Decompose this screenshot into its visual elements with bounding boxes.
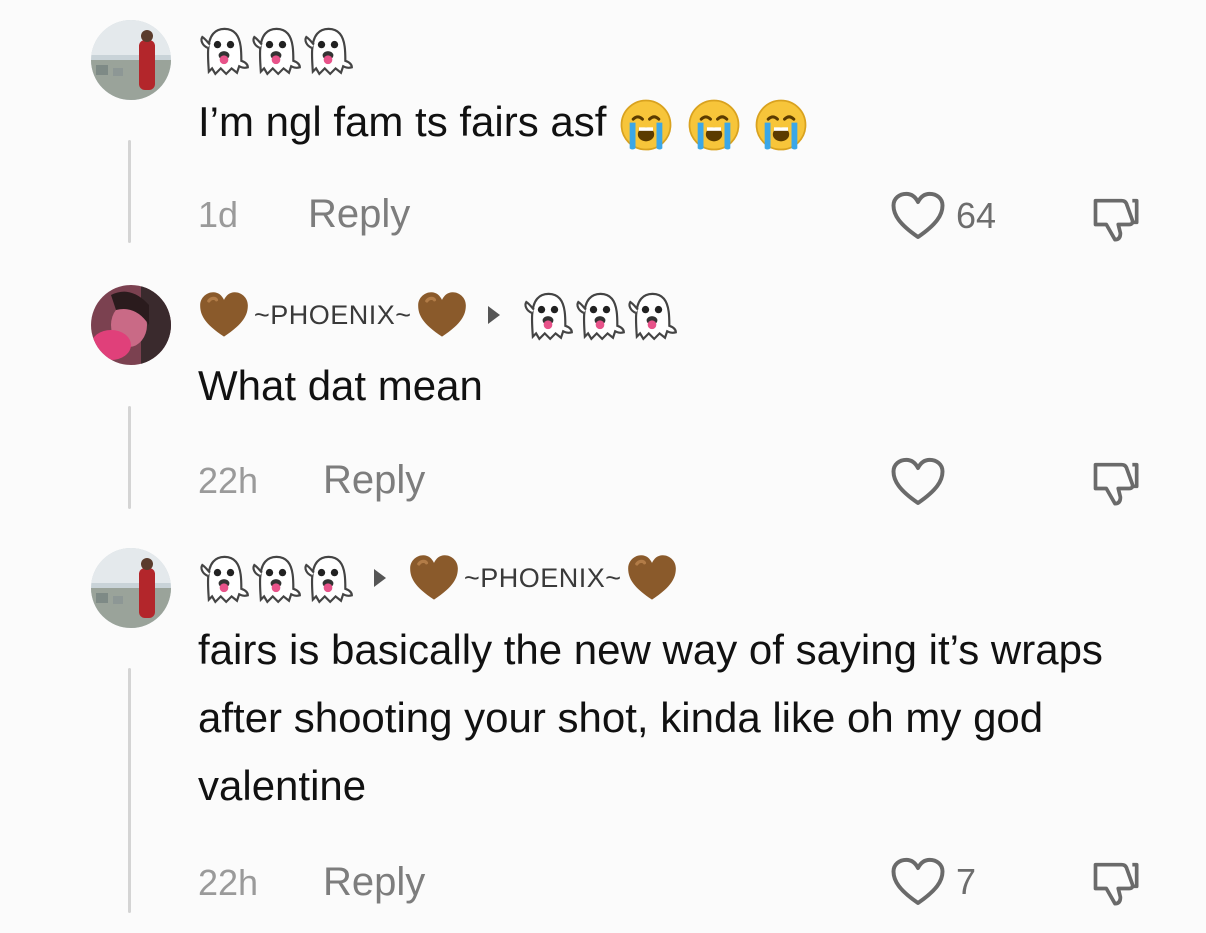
thumbs-down-icon <box>1088 856 1142 908</box>
thread-line <box>128 140 131 243</box>
thread-line <box>128 406 131 509</box>
ghost-emoji-icon <box>574 289 626 341</box>
ghost-emoji-icon <box>250 552 302 604</box>
ghost-emoji-icon <box>198 24 250 76</box>
username: ~PHOENIX~ <box>254 299 412 330</box>
brown-heart-icon <box>416 291 468 339</box>
like-button[interactable] <box>890 456 946 508</box>
dislike-button[interactable] <box>1088 856 1142 913</box>
dislike-button[interactable] <box>1088 192 1142 249</box>
brown-heart-icon <box>198 291 250 339</box>
comment-author[interactable]: ~PHOENIX~ <box>198 285 678 345</box>
avatar[interactable] <box>91 285 171 365</box>
heart-outline-icon <box>890 456 946 508</box>
comment-timestamp: 22h <box>198 460 259 501</box>
reply-button[interactable]: Reply <box>323 860 425 905</box>
ghost-emoji-icon <box>302 552 354 604</box>
ghost-emoji-icon <box>626 289 678 341</box>
comment-author[interactable]: ~PHOENIX~ <box>198 548 678 608</box>
reply-arrow-icon <box>374 569 386 587</box>
ghost-emoji-icon <box>522 289 574 341</box>
loudly-crying-face-icon <box>686 97 742 153</box>
ghost-emoji-icon <box>302 24 354 76</box>
reply-button[interactable]: Reply <box>323 458 425 503</box>
comment-timestamp: 22h <box>198 862 259 903</box>
comment-author-emoji[interactable] <box>198 20 354 80</box>
loudly-crying-face-icon <box>618 97 674 153</box>
comment-timestamp: 1d <box>198 194 239 235</box>
comment-text: What dat mean <box>198 362 483 409</box>
like-count: 64 <box>956 195 997 236</box>
thread-line <box>128 668 131 913</box>
thumbs-down-icon <box>1088 192 1142 244</box>
like-count: 7 <box>956 861 977 902</box>
like-button[interactable]: 7 <box>890 856 976 908</box>
thumbs-down-icon <box>1088 456 1142 508</box>
avatar[interactable] <box>91 548 171 628</box>
heart-outline-icon <box>890 190 946 242</box>
avatar[interactable] <box>91 20 171 100</box>
heart-outline-icon <box>890 856 946 908</box>
brown-heart-icon <box>626 554 678 602</box>
loudly-crying-face-icon <box>753 97 809 153</box>
comment-text-body: I’m ngl fam ts fairs asf <box>198 98 607 145</box>
ghost-emoji-icon <box>250 24 302 76</box>
reply-button[interactable]: Reply <box>308 192 410 237</box>
comment-text: I’m ngl fam ts fairs asf <box>198 88 1178 156</box>
comment-text: fairs is basically the new way of saying… <box>198 626 1103 809</box>
dislike-button[interactable] <box>1088 456 1142 513</box>
ghost-emoji-icon <box>198 552 250 604</box>
reply-arrow-icon <box>487 306 500 324</box>
like-button[interactable]: 64 <box>890 190 996 242</box>
brown-heart-icon <box>408 554 460 602</box>
reply-to-username: ~PHOENIX~ <box>464 562 622 593</box>
